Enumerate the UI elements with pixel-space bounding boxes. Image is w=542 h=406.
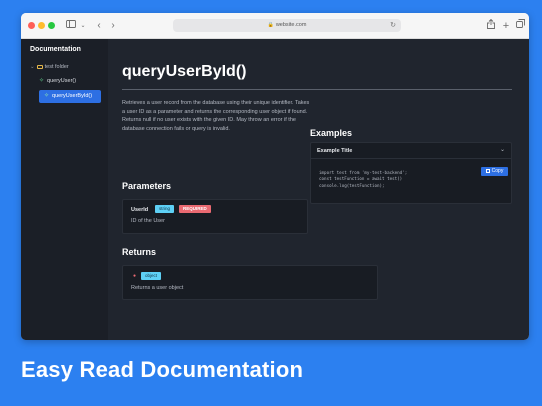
folder-icon	[36, 64, 43, 69]
copy-label: Copy	[491, 168, 504, 174]
sidebar-folder[interactable]: ⌄ test folder	[30, 64, 69, 70]
chevron-down-icon[interactable]: ⌄	[500, 146, 505, 153]
share-icon[interactable]	[486, 18, 496, 33]
tabs-icon[interactable]	[515, 19, 525, 33]
sidebar-item-query-user-by-id[interactable]: ✧ queryUserById()	[39, 90, 101, 103]
sidebar-icon[interactable]	[64, 19, 78, 33]
browser-window: ⌄ ‹ › 🔒 website.com ↻ + Documentation ⌄ te…	[21, 13, 529, 340]
main-content: queryUserById() Retrieves a user record …	[108, 39, 529, 340]
parameters-heading: Parameters	[122, 181, 172, 191]
returns-heading: Returns	[122, 247, 157, 257]
docs-app: Documentation ⌄ test folder ✧ queryUser() …	[21, 39, 529, 340]
examples-heading: Examples	[310, 128, 353, 138]
bullet-icon: ●	[133, 273, 137, 279]
example-header[interactable]: Example Title ⌄	[311, 143, 511, 159]
sidebar-item-query-user[interactable]: ✧ queryUser()	[39, 77, 76, 84]
sidebar-title: Documentation	[30, 46, 81, 53]
url-text: website.com	[275, 22, 307, 28]
promo-title: Easy Read Documentation	[21, 357, 304, 382]
chevron-right-icon[interactable]: ›	[108, 19, 118, 33]
maximize-window-button[interactable]	[48, 22, 55, 29]
copy-icon	[485, 168, 490, 173]
page-title: queryUserById()	[122, 63, 247, 80]
lock-icon: 🔒	[267, 22, 274, 28]
example-code: import test from 'my-test-backend'; cons…	[319, 170, 408, 188]
sidebar: Documentation ⌄ test folder ✧ queryUser() …	[21, 39, 108, 340]
copy-button[interactable]: Copy	[481, 167, 508, 176]
returns-description: Returns a user object	[131, 285, 184, 291]
parameter-name: UserId	[131, 207, 149, 213]
chevron-left-icon[interactable]: ‹	[94, 19, 104, 33]
example-card: Example Title ⌄ Copy import test from 'm…	[310, 142, 512, 204]
returns-card: ● object Returns a user object	[122, 265, 378, 300]
close-window-button[interactable]	[28, 22, 35, 29]
minimize-window-button[interactable]	[38, 22, 45, 29]
sidebar-item-label: queryUserById()	[52, 93, 93, 99]
required-badge: REQUIRED	[179, 205, 211, 213]
folder-label: test folder	[44, 64, 69, 70]
address-bar[interactable]: 🔒 website.com ↻	[173, 19, 401, 32]
chevron-down-icon: ⌄	[30, 64, 35, 70]
function-description: Retrieves a user record from the databas…	[122, 100, 310, 132]
reload-icon[interactable]: ↻	[390, 19, 396, 32]
plus-icon[interactable]: +	[501, 19, 511, 33]
example-title: Example Title	[317, 148, 353, 154]
function-icon: ✧	[39, 78, 45, 84]
sidebar-item-label: queryUser()	[47, 78, 77, 84]
chevron-down-icon[interactable]: ⌄	[79, 19, 87, 33]
title-divider	[122, 89, 512, 90]
browser-toolbar: ⌄ ‹ › 🔒 website.com ↻ +	[21, 13, 529, 39]
type-badge: string	[155, 205, 175, 213]
return-type-badge: object	[141, 272, 162, 280]
parameter-card: UserId string REQUIRED ID of the User	[122, 199, 308, 234]
function-icon: ✧	[44, 93, 50, 99]
parameter-description: ID of the User	[131, 218, 165, 224]
